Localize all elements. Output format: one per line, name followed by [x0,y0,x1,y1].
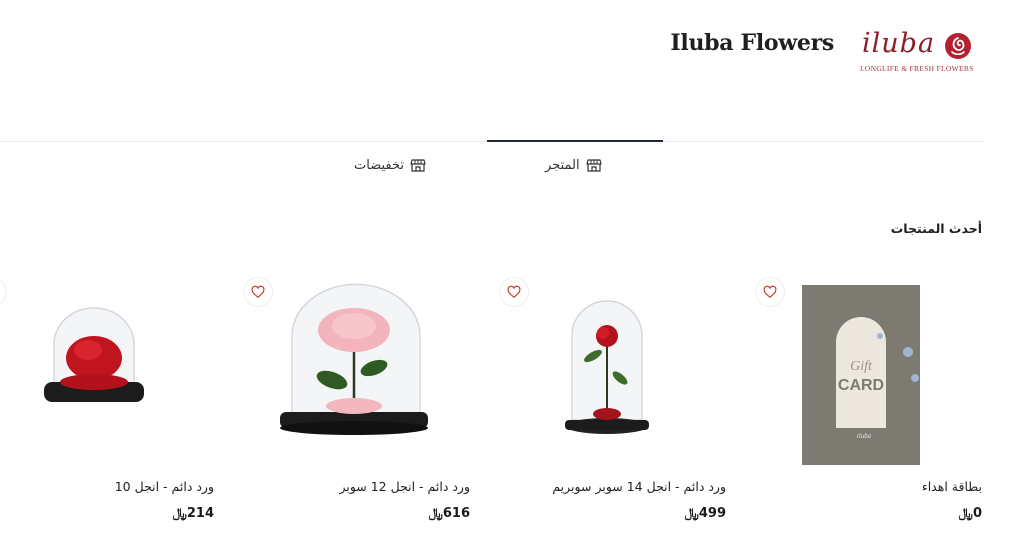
store-icon [410,159,426,172]
product-card[interactable]: ورد دائم - انجل 10 214﷼ [0,278,214,528]
product-price: 0﷼ [956,506,982,521]
tab-store-label: المتجر [545,157,580,173]
currency-symbol: ﷼ [428,506,443,521]
favorite-button[interactable] [500,278,528,306]
currency-symbol: ﷼ [958,506,973,521]
product-name[interactable]: بطاقة اهداء [922,479,982,494]
product-card[interactable]: Gift CARD iluba بطاقة اهداء 0﷼ [756,278,982,528]
currency-symbol: ﷼ [684,506,699,521]
gift-card-image[interactable]: Gift CARD iluba [756,278,982,468]
rose-icon [945,33,971,59]
svg-text:Gift: Gift [850,359,873,374]
price-value: 0 [972,506,982,521]
store-logo[interactable]: iluba LONGLIFE & FRESH FLOWERS [858,26,976,76]
price-value: 616 [442,506,470,521]
tab-discounts-label: تخفيضات [354,157,404,173]
heart-icon [507,285,521,299]
currency-symbol: ﷼ [172,506,187,521]
heart-icon [251,285,265,299]
red-rose-dome-image[interactable] [500,278,726,468]
active-tab-indicator [487,140,663,142]
product-name[interactable]: ورد دائم - انجل 10 [115,479,214,494]
pink-rose-dome-image[interactable] [244,278,470,468]
product-price: 499﷼ [681,506,726,521]
store-icon [585,159,602,172]
product-price: 214﷼ [169,506,214,521]
product-name[interactable]: ورد دائم - انجل 14 سوبر سوبريم [552,479,726,494]
product-price: 616﷼ [425,506,470,521]
svg-text:iluba: iluba [857,432,872,440]
price-value: 214 [186,506,214,521]
svg-text:CARD: CARD [838,377,884,394]
favorite-button[interactable] [244,278,272,306]
logo-wordmark: iluba [862,28,936,59]
product-card[interactable]: ورد دائم - انجل 12 سوبر 616﷼ [244,278,470,528]
product-name[interactable]: ورد دائم - انجل 12 سوبر [339,479,470,494]
tab-store[interactable]: المتجر [545,154,602,176]
tab-discounts[interactable]: تخفيضات [354,154,426,176]
store-name: Iluba Flowers [670,30,834,56]
product-card[interactable]: ورد دائم - انجل 14 سوبر سوبريم 499﷼ [500,278,726,528]
store-header: Iluba Flowers iluba LONGLIFE & FRESH FLO… [0,0,1024,140]
heart-icon [763,285,777,299]
section-title: أحدث المنتجات [890,221,982,236]
logo-tagline: LONGLIFE & FRESH FLOWERS [860,64,974,73]
favorite-button[interactable] [756,278,784,306]
price-value: 499 [698,506,726,521]
red-rose-small-dome-image[interactable] [0,278,214,468]
